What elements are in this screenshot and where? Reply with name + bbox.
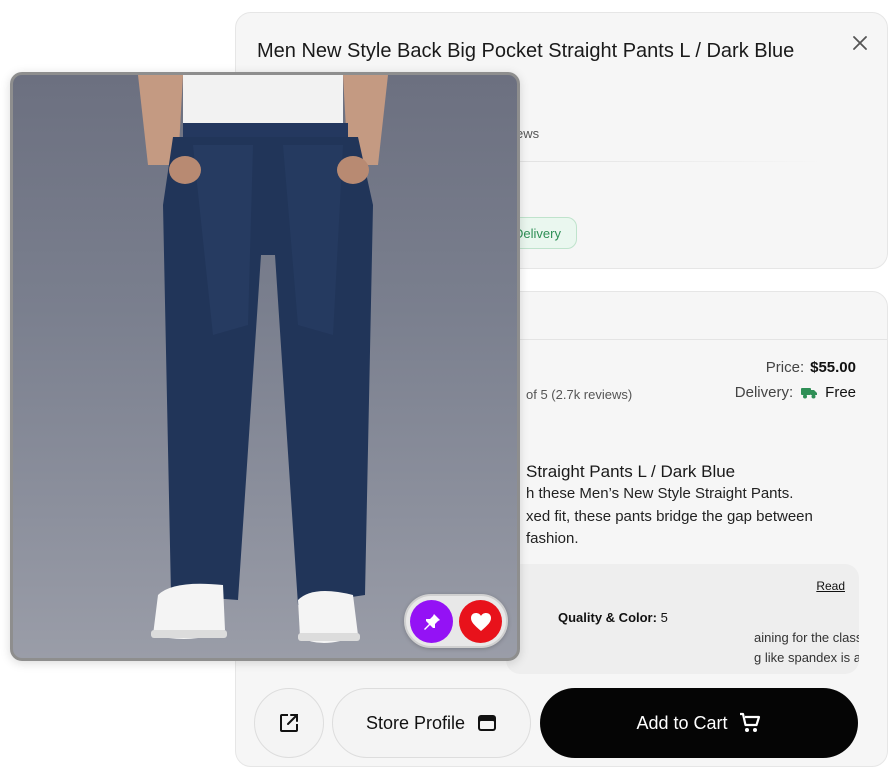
divider — [516, 161, 826, 162]
product-image[interactable] — [10, 72, 520, 661]
add-to-cart-label: Add to Cart — [636, 712, 728, 733]
description-line: xed fit, these pants bridge the gap betw… — [526, 507, 813, 525]
read-more-link[interactable]: Read — [816, 579, 845, 593]
quality-rating: Quality & Color: 5 — [558, 610, 668, 625]
price-row: Price: $55.00 — [766, 359, 856, 376]
store-profile-button[interactable]: Store Profile — [332, 688, 531, 758]
image-action-group — [404, 594, 508, 648]
delivery-label: Delivery: — [734, 384, 794, 401]
product-name: Straight Pants L / Dark Blue — [526, 462, 736, 481]
review-line: g like spandex is a struggle. These Dark… — [754, 650, 859, 665]
pin-icon — [423, 613, 440, 630]
price-label: Price: — [765, 359, 805, 376]
description-line: h these Men’s New Style Straight Pants. — [526, 485, 794, 502]
review-card: Read Quality & Color: 5 aining for the c… — [506, 564, 859, 674]
pin-button[interactable] — [410, 600, 453, 643]
description-line: fashion. — [526, 530, 579, 547]
add-to-cart-button[interactable]: Add to Cart — [540, 688, 858, 758]
delivery-value: Free — [825, 384, 856, 401]
quality-value: 5 — [660, 610, 668, 625]
cart-icon — [739, 712, 760, 732]
review-line: aining for the classic physique stage, f… — [754, 630, 859, 645]
close-button[interactable] — [842, 25, 878, 61]
close-icon — [853, 36, 867, 50]
store-icon — [478, 715, 497, 731]
product-title: Men New Style Back Big Pocket Straight P… — [257, 40, 795, 62]
product-description: h these Men’s New Style Straight Pants. … — [526, 483, 856, 551]
product-photo — [138, 75, 388, 644]
heart-icon — [470, 612, 491, 631]
store-profile-label: Store Profile — [365, 712, 466, 733]
price-value: $55.00 — [810, 359, 856, 376]
external-link-icon — [280, 714, 298, 732]
delivery-row: Delivery: Free — [735, 384, 856, 401]
quality-label: Quality & Color: — [558, 610, 657, 625]
favorite-button[interactable] — [459, 600, 502, 643]
rating-text: of 5 (2.7k reviews) — [526, 387, 633, 402]
review-text: aining for the classic physique stage, f… — [506, 628, 859, 668]
share-button[interactable] — [254, 688, 324, 758]
truck-icon — [801, 387, 818, 398]
